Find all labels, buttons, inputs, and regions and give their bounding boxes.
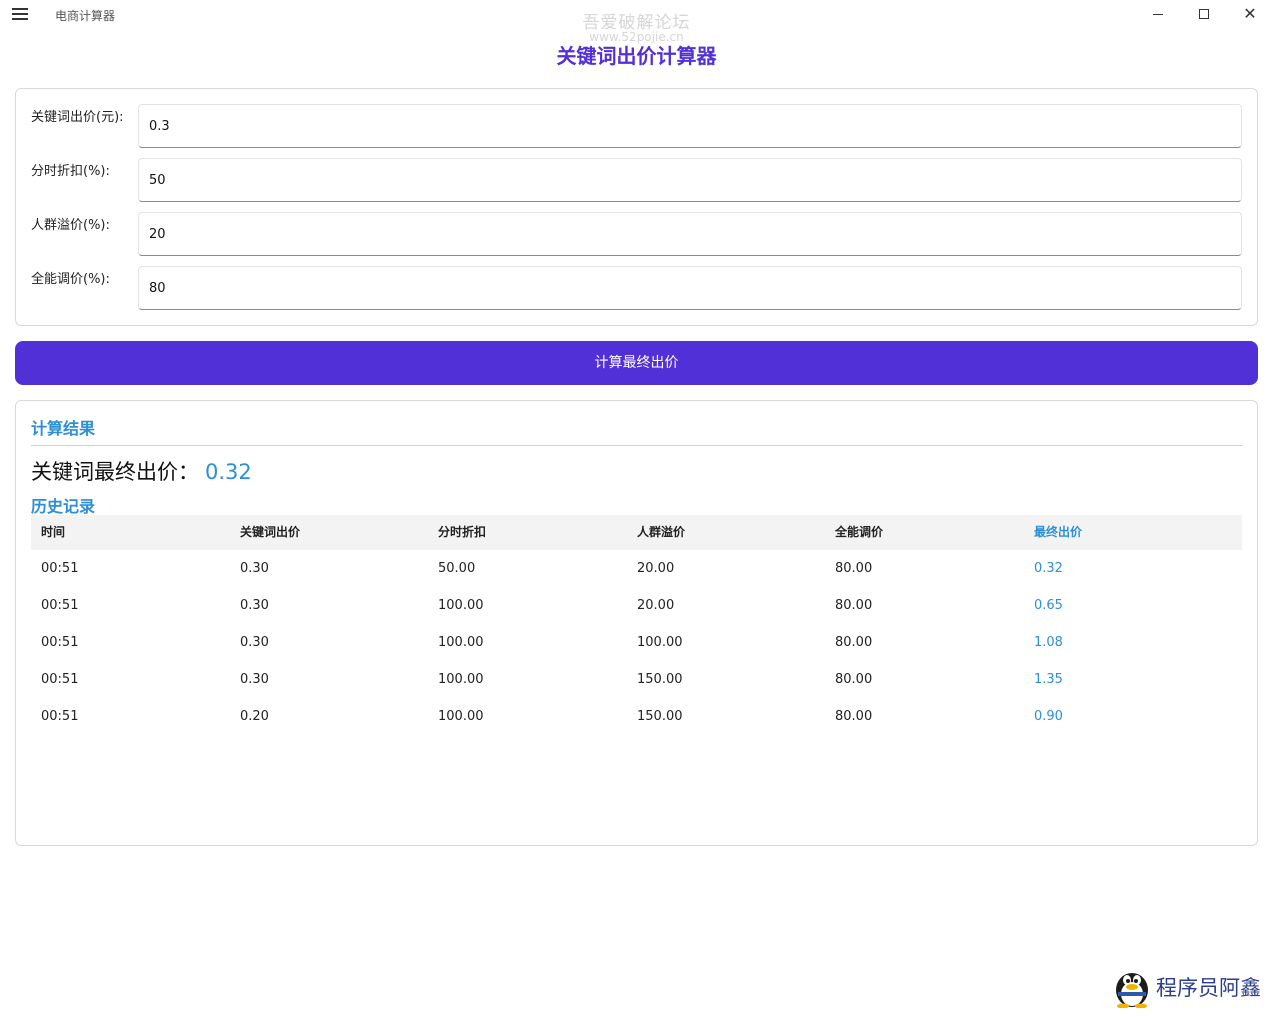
column-header-time: 时间 <box>41 525 66 539</box>
column-header-final-bid: 最终出价 <box>1034 525 1083 539</box>
penguin-icon <box>1116 973 1148 1008</box>
cell-time: 00:51 <box>41 635 79 650</box>
cell-final-bid: 1.35 <box>1034 672 1063 687</box>
table-header: 时间 关键词出价 分时折扣 人群溢价 全能调价 最终出价 <box>31 515 1242 550</box>
minimize-icon <box>1153 13 1163 15</box>
crowd-premium-label: 人群溢价(%): <box>31 218 110 233</box>
final-bid-value: 0.32 <box>205 460 252 484</box>
brand-watermark: 程序员阿鑫 <box>1112 966 1261 1008</box>
cell-crowd-premium: 150.00 <box>637 709 683 724</box>
divider <box>31 445 1242 446</box>
cell-bid: 0.30 <box>240 635 269 650</box>
column-header-all-adjust: 全能调价 <box>835 525 884 539</box>
cell-time: 00:51 <box>41 672 79 687</box>
maximize-button[interactable] <box>1192 4 1216 24</box>
close-button[interactable]: ✕ <box>1238 4 1262 24</box>
final-bid-line: 关键词最终出价： 0.32 <box>31 456 252 486</box>
brand-label: 程序员阿鑫 <box>1156 976 1261 1000</box>
cell-final-bid: 1.08 <box>1034 635 1063 650</box>
cell-all-adjust: 80.00 <box>835 561 873 576</box>
minimize-button[interactable] <box>1146 4 1170 24</box>
history-heading: 历史记录 <box>31 497 96 516</box>
time-discount-label: 分时折扣(%): <box>31 164 110 179</box>
cell-crowd-premium: 150.00 <box>637 672 683 687</box>
cell-all-adjust: 80.00 <box>835 672 873 687</box>
cell-final-bid: 0.90 <box>1034 709 1063 724</box>
close-icon: ✕ <box>1243 4 1257 23</box>
cell-final-bid: 0.32 <box>1034 561 1063 576</box>
time-discount-input[interactable] <box>138 158 1242 202</box>
cell-time-discount: 100.00 <box>438 709 484 724</box>
cell-bid: 0.20 <box>240 709 269 724</box>
bid-input[interactable] <box>138 104 1242 148</box>
crowd-premium-input[interactable] <box>138 212 1242 256</box>
all-adjust-row: 全能调价(%): <box>31 266 1243 310</box>
final-bid-label: 关键词最终出价： <box>31 460 199 484</box>
input-panel: 关键词出价(元): 分时折扣(%): 人群溢价(%): 全能调价(%): <box>15 88 1258 326</box>
cell-crowd-premium: 20.00 <box>637 561 675 576</box>
cell-final-bid: 0.65 <box>1034 598 1063 613</box>
cell-time: 00:51 <box>41 561 79 576</box>
cell-time-discount: 50.00 <box>438 561 476 576</box>
cell-bid: 0.30 <box>240 598 269 613</box>
table-row: 00:51 0.30 100.00 20.00 80.00 0.65 <box>31 587 1242 624</box>
table-row: 00:51 0.30 100.00 100.00 80.00 1.08 <box>31 624 1242 661</box>
all-adjust-input[interactable] <box>138 266 1242 310</box>
cell-all-adjust: 80.00 <box>835 709 873 724</box>
maximize-icon <box>1199 9 1209 19</box>
all-adjust-label: 全能调价(%): <box>31 272 110 287</box>
cell-time-discount: 100.00 <box>438 635 484 650</box>
history-table: 时间 关键词出价 分时折扣 人群溢价 全能调价 最终出价 00:51 0.30 … <box>31 515 1242 735</box>
cell-bid: 0.30 <box>240 672 269 687</box>
bid-row: 关键词出价(元): <box>31 104 1243 148</box>
cell-time-discount: 100.00 <box>438 672 484 687</box>
table-row: 00:51 0.30 100.00 150.00 80.00 1.35 <box>31 661 1242 698</box>
time-discount-row: 分时折扣(%): <box>31 158 1243 202</box>
result-panel: 计算结果 关键词最终出价： 0.32 历史记录 时间 关键词出价 分时折扣 人群溢… <box>15 400 1258 846</box>
cell-crowd-premium: 20.00 <box>637 598 675 613</box>
cell-bid: 0.30 <box>240 561 269 576</box>
menu-icon[interactable] <box>12 8 28 20</box>
cell-time: 00:51 <box>41 709 79 724</box>
cell-time: 00:51 <box>41 598 79 613</box>
column-header-bid: 关键词出价 <box>240 525 301 539</box>
calculate-button[interactable]: 计算最终出价 <box>15 341 1258 385</box>
page-title: 关键词出价计算器 <box>556 44 717 68</box>
table-row: 00:51 0.20 100.00 150.00 80.00 0.90 <box>31 698 1242 735</box>
crowd-premium-row: 人群溢价(%): <box>31 212 1243 256</box>
cell-all-adjust: 80.00 <box>835 598 873 613</box>
column-header-crowd-premium: 人群溢价 <box>637 525 686 539</box>
title-bar: 电商计算器 ✕ <box>0 0 1273 30</box>
column-header-time-discount: 分时折扣 <box>438 525 487 539</box>
result-heading: 计算结果 <box>31 419 96 438</box>
cell-crowd-premium: 100.00 <box>637 635 683 650</box>
cell-all-adjust: 80.00 <box>835 635 873 650</box>
app-name: 电商计算器 <box>55 9 116 23</box>
cell-time-discount: 100.00 <box>438 598 484 613</box>
table-row: 00:51 0.30 50.00 20.00 80.00 0.32 <box>31 550 1242 587</box>
bid-label: 关键词出价(元): <box>31 110 124 125</box>
